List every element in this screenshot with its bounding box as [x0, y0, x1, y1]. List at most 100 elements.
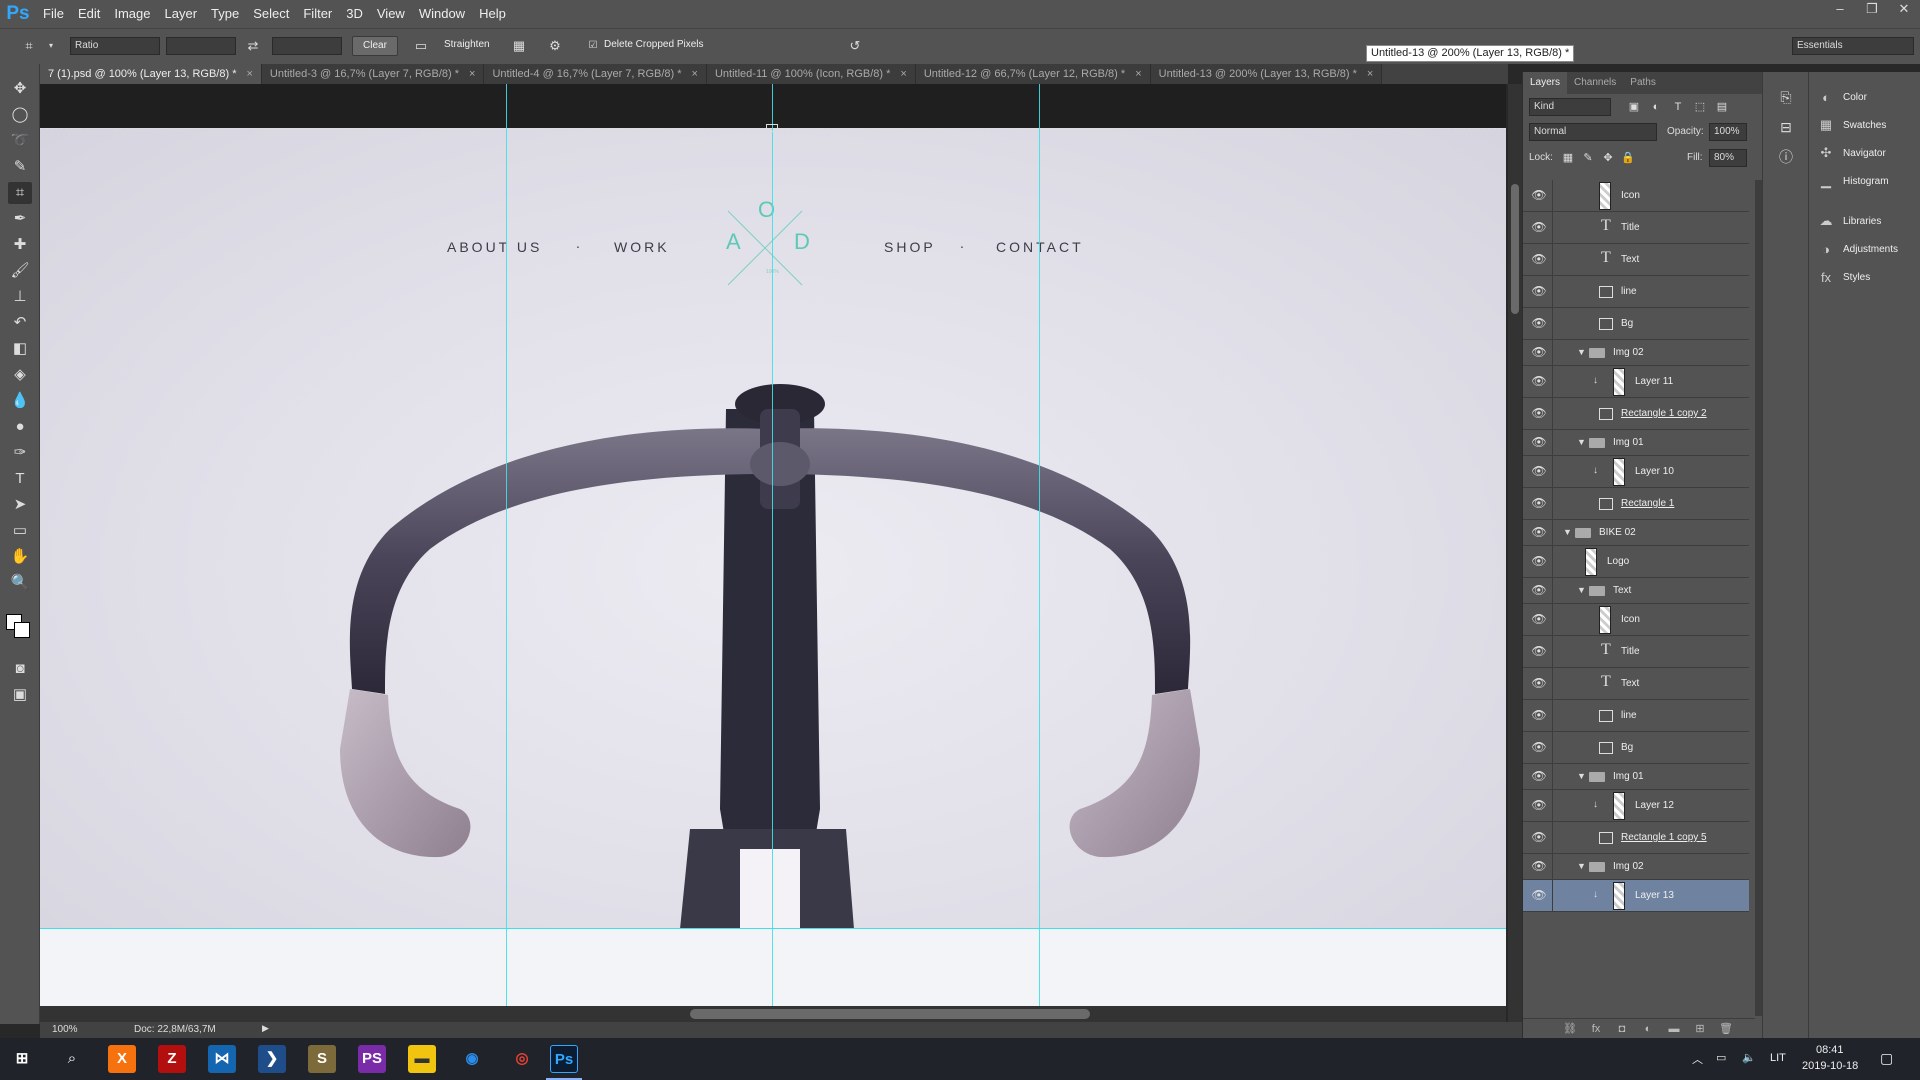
- tab-close-icon[interactable]: ×: [1135, 64, 1141, 84]
- layer-row[interactable]: 👁 ↓ Layer 10: [1523, 456, 1749, 488]
- expand-caret-icon[interactable]: ▼: [1577, 861, 1586, 871]
- healing-brush-tool-icon[interactable]: ✚: [8, 234, 32, 256]
- layer-name[interactable]: Logo: [1607, 556, 1629, 567]
- dock-swatches[interactable]: ▦ Swatches: [1817, 114, 1917, 136]
- network-icon[interactable]: ▭: [1716, 1051, 1726, 1064]
- clock-date[interactable]: 2019-10-18: [1802, 1060, 1858, 1072]
- link-layers-icon[interactable]: ⛓: [1563, 1022, 1577, 1036]
- layer-name[interactable]: Rectangle 1: [1621, 498, 1674, 509]
- photoshop-taskbar-icon[interactable]: Ps: [550, 1045, 578, 1073]
- brush-tool-icon[interactable]: 🖌: [8, 260, 32, 282]
- vertical-guide[interactable]: [772, 84, 773, 1022]
- layer-name[interactable]: Text: [1621, 678, 1639, 689]
- eye-icon[interactable]: 👁: [1531, 374, 1547, 388]
- hand-tool-icon[interactable]: ✋: [8, 546, 32, 568]
- menu-help[interactable]: Help: [472, 0, 513, 28]
- eye-icon[interactable]: 👁: [1531, 525, 1547, 539]
- tab-close-icon[interactable]: ×: [469, 64, 475, 84]
- layer-name[interactable]: Bg: [1621, 742, 1633, 753]
- horizontal-scrollbar[interactable]: [40, 1006, 1506, 1022]
- layer-row[interactable]: 👁 ▼ Text: [1523, 578, 1749, 604]
- eye-icon[interactable]: 👁: [1531, 830, 1547, 844]
- layer-row[interactable]: 👁 ▼ Img 01: [1523, 430, 1749, 456]
- eye-icon[interactable]: 👁: [1531, 798, 1547, 812]
- layer-name[interactable]: Rectangle 1 copy 5: [1621, 832, 1707, 843]
- layer-name[interactable]: Icon: [1621, 190, 1640, 201]
- expand-caret-icon[interactable]: ▼: [1577, 771, 1586, 781]
- delete-cropped-checkbox[interactable]: ☑: [584, 37, 602, 55]
- layer-row[interactable]: 👁 Bg: [1523, 732, 1749, 764]
- eye-icon[interactable]: 👁: [1531, 769, 1547, 783]
- eye-icon[interactable]: 👁: [1531, 496, 1547, 510]
- layer-name[interactable]: Img 02: [1613, 861, 1644, 872]
- pen-tool-icon[interactable]: ✑: [8, 442, 32, 464]
- add-mask-icon[interactable]: ◘: [1615, 1022, 1629, 1036]
- expand-caret-icon[interactable]: ▼: [1577, 585, 1586, 595]
- powershell-icon[interactable]: ❯: [258, 1045, 286, 1073]
- layer-row[interactable]: 👁 Icon: [1523, 180, 1749, 212]
- lock-position-icon[interactable]: ✥: [1601, 151, 1615, 165]
- horizontal-guide[interactable]: [40, 928, 1506, 929]
- menu-3d[interactable]: 3D: [339, 0, 370, 28]
- lock-pixels-icon[interactable]: ✎: [1581, 151, 1595, 165]
- status-menu-arrow-icon[interactable]: ▶: [262, 1023, 269, 1034]
- paint-bucket-tool-icon[interactable]: ◈: [8, 364, 32, 386]
- quick-select-tool-icon[interactable]: ✎: [8, 156, 32, 178]
- eye-icon[interactable]: 👁: [1531, 554, 1547, 568]
- layer-name[interactable]: Rectangle 1 copy 2: [1621, 408, 1707, 419]
- sublime-icon[interactable]: S: [308, 1045, 336, 1073]
- layer-name[interactable]: line: [1621, 286, 1637, 297]
- search-icon[interactable]: ⌕: [58, 1045, 86, 1073]
- type-tool-icon[interactable]: T: [8, 468, 32, 490]
- layer-row[interactable]: 👁 ▼ Img 02: [1523, 854, 1749, 880]
- overlay-grid-icon[interactable]: ▦: [510, 37, 528, 55]
- xampp-icon[interactable]: X: [108, 1045, 136, 1073]
- layer-row[interactable]: 👁 Rectangle 1: [1523, 488, 1749, 520]
- minimize-button[interactable]: –: [1824, 0, 1856, 20]
- layer-row[interactable]: 👁 ↓ Layer 13: [1523, 880, 1749, 912]
- tab-close-icon[interactable]: ×: [1367, 64, 1373, 84]
- tab-doc-6[interactable]: Untitled-13 @ 200% (Layer 13, RGB/8) * ×: [1150, 64, 1383, 84]
- filter-type-icon[interactable]: T: [1671, 100, 1685, 114]
- settings-gear-icon[interactable]: ⚙: [546, 37, 564, 55]
- layer-name[interactable]: Layer 12: [1635, 800, 1674, 811]
- chrome-icon[interactable]: ◎: [508, 1045, 536, 1073]
- eye-icon[interactable]: 👁: [1531, 188, 1547, 202]
- history-panel-icon[interactable]: ⎘: [1777, 88, 1795, 106]
- eye-icon[interactable]: 👁: [1531, 583, 1547, 597]
- layer-name[interactable]: line: [1621, 710, 1637, 721]
- layer-row[interactable]: 👁 T Title: [1523, 212, 1749, 244]
- workspace-select[interactable]: Essentials: [1792, 37, 1914, 55]
- path-select-tool-icon[interactable]: ➤: [8, 494, 32, 516]
- clock-time[interactable]: 08:41: [1816, 1044, 1844, 1056]
- tool-preset-dropdown-icon[interactable]: ▾: [42, 37, 60, 55]
- filter-adjustment-icon[interactable]: ◐: [1649, 100, 1663, 114]
- tray-chevron-icon[interactable]: ︿: [1692, 1051, 1703, 1067]
- layer-style-icon[interactable]: fx: [1589, 1022, 1603, 1036]
- opacity-input[interactable]: 100%: [1709, 123, 1747, 141]
- kind-filter-select[interactable]: Kind: [1529, 98, 1611, 116]
- menu-filter[interactable]: Filter: [296, 0, 339, 28]
- expand-caret-icon[interactable]: ▼: [1577, 347, 1586, 357]
- filter-pixel-icon[interactable]: ▣: [1627, 100, 1641, 114]
- eye-icon[interactable]: 👁: [1531, 740, 1547, 754]
- layer-row[interactable]: 👁 Rectangle 1 copy 5: [1523, 822, 1749, 854]
- background-color-swatch[interactable]: [14, 622, 30, 638]
- eye-icon[interactable]: 👁: [1531, 220, 1547, 234]
- eye-icon[interactable]: 👁: [1531, 284, 1547, 298]
- layer-name[interactable]: Layer 11: [1635, 376, 1673, 387]
- straighten-button[interactable]: Straighten: [444, 39, 490, 50]
- dock-histogram[interactable]: ▁ Histogram: [1817, 170, 1917, 192]
- straighten-icon[interactable]: ▭: [412, 37, 430, 55]
- filezilla-icon[interactable]: Z: [158, 1045, 186, 1073]
- info-panel-icon[interactable]: ⓘ: [1777, 148, 1795, 166]
- dock-styles[interactable]: fx Styles: [1817, 266, 1917, 288]
- eye-icon[interactable]: 👁: [1531, 708, 1547, 722]
- eye-icon[interactable]: 👁: [1531, 316, 1547, 330]
- menu-type[interactable]: Type: [204, 0, 246, 28]
- layer-name[interactable]: Layer 10: [1635, 466, 1674, 477]
- vertical-guide[interactable]: [1039, 84, 1040, 1022]
- visual-studio-icon[interactable]: ⋈: [208, 1045, 236, 1073]
- language-indicator[interactable]: LIT: [1770, 1052, 1786, 1064]
- vertical-scrollbar[interactable]: [1508, 84, 1522, 1022]
